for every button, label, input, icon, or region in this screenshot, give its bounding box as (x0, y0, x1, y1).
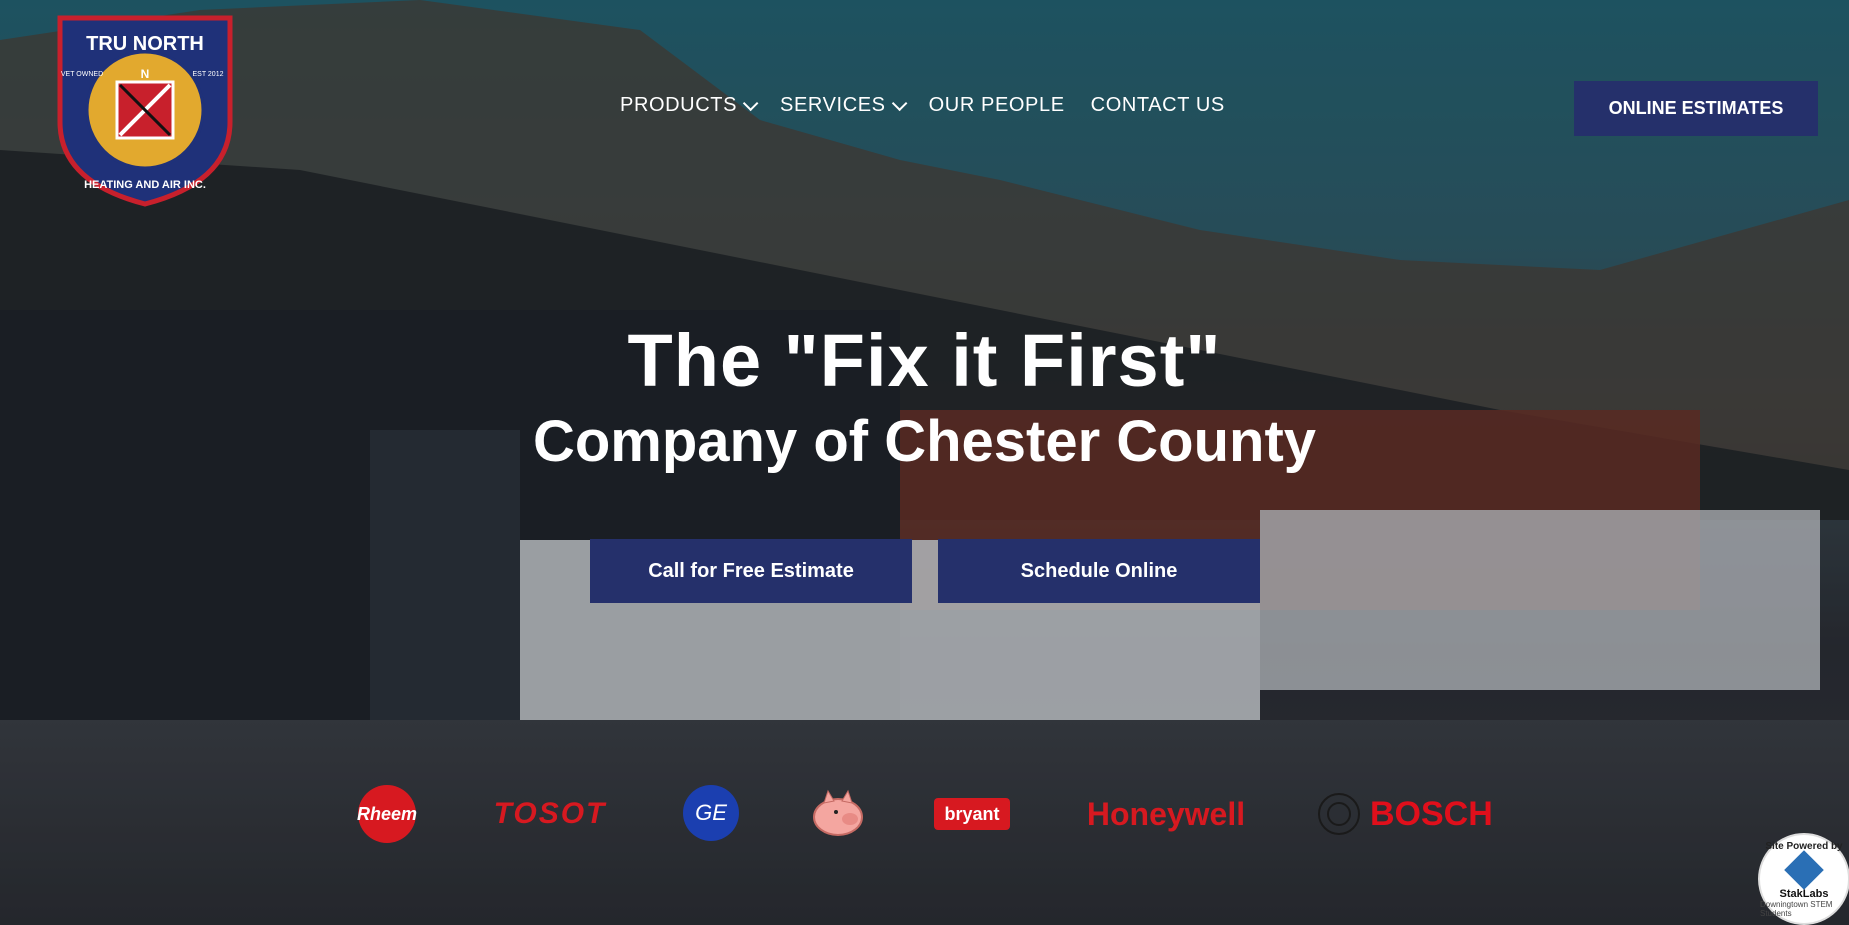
honeywell-logo: Honeywell (1086, 795, 1246, 832)
logo-est: EST 2012 (192, 71, 223, 78)
ge-logo: GE (683, 785, 739, 841)
logo-compass-letter: N (141, 67, 150, 81)
hero-subheadline: Company of Chester County (532, 409, 1317, 474)
tru-north-logo[interactable]: TRU NORTH N VET OWNED EST 2012 HEATING A… (54, 12, 236, 208)
brand-logos: Rheem TOSOT GE bryant Honeywell BOSCH (0, 785, 1849, 845)
badge-bottom-text: Downingtown STEM Students (1760, 899, 1833, 918)
nav-our-people[interactable]: OUR PEOPLE (929, 94, 1065, 117)
tosot-logo: TOSOT (493, 797, 607, 830)
logo-subtitle: HEATING AND AIR INC. (84, 179, 206, 191)
staklabs-badge[interactable]: Site Powered by StakLabs Downingtown STE… (1758, 833, 1849, 925)
nav-products[interactable]: PRODUCTS (620, 94, 759, 117)
hero-headline: The "Fix it First" (627, 319, 1222, 402)
nav-services[interactable]: SERVICES (780, 94, 908, 117)
chevron-down-icon (742, 95, 759, 112)
nav-products-label: PRODUCTS (620, 94, 738, 116)
bosch-wordmark: BOSCH (1370, 794, 1493, 833)
cube-icon (1784, 849, 1824, 890)
bosch-armature-icon (1318, 793, 1360, 835)
main-nav: PRODUCTS SERVICES OUR PEOPLE CONTACT US (620, 94, 1225, 117)
rheem-logo: Rheem (357, 785, 417, 843)
bosch-logo: BOSCH (1318, 785, 1504, 843)
chevron-down-icon (891, 95, 908, 112)
pig-logo-icon (813, 789, 863, 836)
schedule-online-button[interactable]: Schedule Online (938, 539, 1260, 603)
online-estimates-button[interactable]: ONLINE ESTIMATES (1574, 81, 1818, 136)
logo-title: TRU NORTH (86, 33, 204, 55)
nav-contact-us[interactable]: CONTACT US (1091, 94, 1225, 117)
call-free-estimate-button[interactable]: Call for Free Estimate (590, 539, 912, 603)
nav-services-label: SERVICES (780, 94, 886, 116)
nav-our-people-label: OUR PEOPLE (928, 94, 1065, 116)
nav-contact-us-label: CONTACT US (1090, 94, 1225, 116)
bryant-logo: bryant (934, 798, 1010, 830)
logo-vet-owned: VET OWNED (61, 71, 103, 78)
